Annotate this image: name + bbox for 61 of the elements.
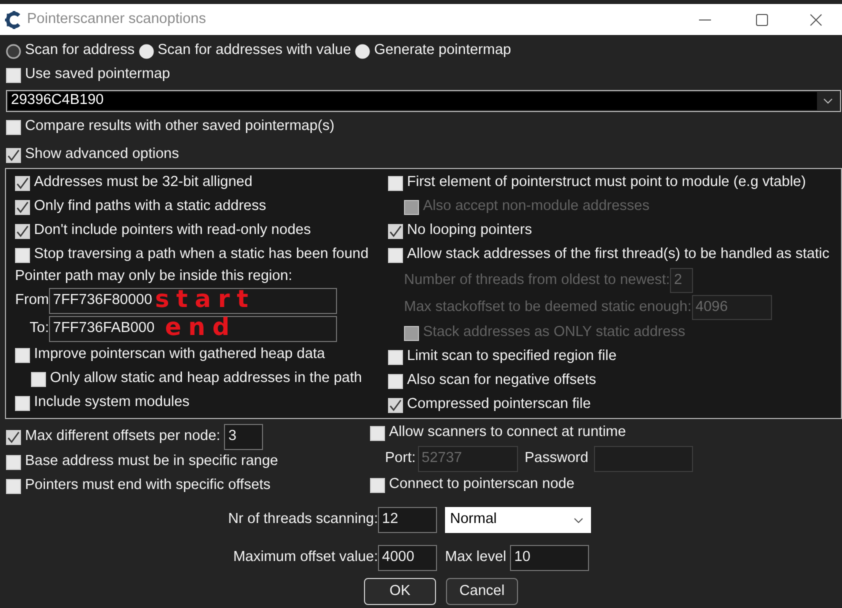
checkbox-label[interactable]: No looping pointers (407, 220, 532, 242)
radio-button[interactable] (6, 44, 21, 58)
field-label: To: (28, 319, 49, 338)
close-icon (810, 14, 822, 26)
field-label: Max stackoffset to be deemed static enough: (404, 298, 692, 317)
chevron-down-icon (574, 518, 583, 522)
window-title: Pointerscanner scanoptions (27, 10, 206, 29)
checkbox-label[interactable]: Allow stack addresses of the first thread(s) to be handled as static (407, 244, 830, 266)
priority-dropdown[interactable]: Normal (445, 507, 591, 533)
checkbox-label[interactable]: Max different offsets per node: (25, 426, 220, 448)
region-label: Pointer path may only be inside this region: (15, 267, 292, 286)
checkbox-label[interactable]: Connect to pointerscan node (389, 474, 574, 496)
minimize-icon (698, 18, 710, 20)
input-field[interactable]: 4000 (378, 545, 437, 571)
checkbox-label[interactable]: Only find paths with a static address (34, 196, 266, 218)
checkbox-label[interactable]: Also scan for negative offsets (407, 370, 596, 392)
maximize-icon (756, 14, 768, 26)
checkbox-label[interactable]: Stop traversing a path when a static has been found (34, 244, 369, 266)
checkbox-label[interactable]: Use saved pointermap (25, 64, 170, 86)
radio-button[interactable] (355, 44, 370, 58)
input-field[interactable]: 10 (510, 545, 590, 571)
field-label: From (15, 291, 49, 310)
checkbox[interactable] (15, 200, 30, 214)
radio-label[interactable]: Scan for addresses with value (158, 40, 352, 62)
field-label: Number of threads from oldest to newest: (404, 270, 670, 290)
checkbox-label[interactable]: Improve pointerscan with gathered heap data (34, 344, 325, 366)
checkbox-label[interactable]: Show advanced options (25, 144, 179, 166)
chevron-down-icon (823, 98, 833, 104)
handwritten-annotation: end (165, 315, 237, 339)
checkbox-label[interactable]: Base address must be in specific range (25, 451, 278, 473)
input-field[interactable]: 3 (224, 424, 264, 450)
handwritten-annotation: start (155, 287, 256, 311)
dialog-button[interactable]: OK (364, 578, 436, 605)
dialog-button[interactable]: Cancel (446, 578, 518, 605)
checkbox[interactable] (388, 224, 403, 238)
field-label: Port: (385, 449, 416, 468)
checkbox-label[interactable]: Don't include pointers with read-only nodes (34, 220, 311, 242)
checkbox[interactable] (388, 398, 403, 412)
checkbox-label[interactable]: Allow scanners to connect at runtime (389, 422, 626, 444)
checkbox[interactable] (6, 430, 21, 444)
checkbox-label[interactable]: Limit scan to specified region file (407, 346, 617, 368)
checkbox-label[interactable]: Include system modules (34, 392, 190, 414)
checkbox[interactable] (15, 224, 30, 238)
checkbox-label[interactable]: Addresses must be 32-bit alligned (34, 172, 252, 194)
checkbox-label[interactable]: Compressed pointerscan file (407, 394, 591, 416)
field-label: Maximum offset value: (233, 548, 378, 568)
combo-box[interactable]: 29396C4B190 (6, 90, 841, 112)
checkbox-label[interactable]: Compare results with other saved pointermap(s) (25, 116, 334, 138)
field-label: Password (524, 449, 588, 468)
radio-label[interactable]: Generate pointermap (374, 40, 512, 62)
input-field[interactable]: 12 (378, 507, 437, 533)
radio-label[interactable]: Scan for address (25, 40, 135, 62)
field-label: Nr of threads scanning: (228, 510, 378, 530)
checkbox[interactable] (6, 148, 21, 162)
cog-icon (5, 10, 23, 28)
field-label: Max level (445, 548, 506, 568)
checkbox[interactable] (15, 176, 30, 190)
checkbox-label[interactable]: First element of pointerstruct must point to module (e.g vtable) (407, 172, 806, 194)
checkbox-label[interactable]: Only allow static and heap addresses in the path (50, 368, 362, 390)
checkbox-label[interactable]: Pointers must end with specific offsets (25, 475, 271, 497)
radio-button[interactable] (138, 44, 154, 58)
